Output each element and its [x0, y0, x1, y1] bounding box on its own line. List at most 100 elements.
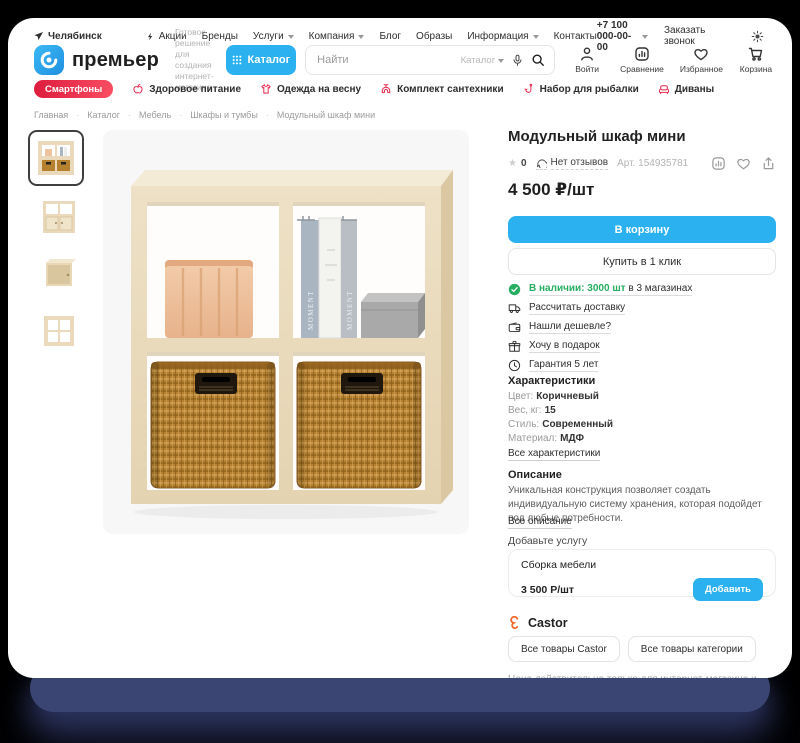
price-disclaimer: Цена действительна только для интернет-м… [508, 673, 776, 678]
tshirt-icon [260, 83, 272, 95]
category-label: Здоровое питание [149, 84, 241, 95]
spec-value: 15 [545, 405, 556, 416]
castor-brand-icon [508, 616, 522, 630]
delivery-link[interactable]: Рассчитать доставку [529, 302, 625, 315]
category-label: Набор для рыбалки [540, 84, 639, 95]
reviews-label: Нет отзывов [551, 157, 609, 170]
product-meta: ★ 0 Нет отзывов Арт. 154935781 [508, 156, 776, 171]
gift-icon [508, 340, 521, 353]
wicker-basket-right [297, 362, 421, 488]
thumbnail-2[interactable] [36, 194, 82, 240]
heart-icon[interactable] [736, 156, 751, 171]
login-button[interactable]: Войти [570, 46, 604, 74]
product-price: 4 500 ₽/шт [508, 180, 776, 200]
category-sofas[interactable]: Диваны [658, 83, 714, 95]
found-cheaper-link[interactable]: Нашли дешевле? [529, 321, 611, 334]
stock-row: В наличии: 3000 шт в 3 магазинах [508, 283, 776, 296]
stock-link[interactable]: В наличии: 3000 шт в 3 магазинах [529, 283, 692, 296]
service-name: Сборка мебели [521, 559, 763, 571]
truck-icon [508, 302, 521, 315]
search-scope-dropdown[interactable]: Каталог [461, 55, 505, 66]
breadcrumb: Главная· Каталог· Мебель· Шкафы и тумбы·… [34, 110, 375, 120]
category-label: Комплект сантехники [397, 84, 504, 95]
all-brand-products-button[interactable]: Все товары Castor [508, 636, 620, 662]
spec-value: МДФ [560, 433, 584, 444]
favorites-button[interactable]: Избранное [680, 46, 723, 74]
fishing-hook-icon [523, 83, 535, 95]
spec-label: Стиль: [508, 419, 539, 430]
stock-quantity: В наличии: 3000 шт [529, 283, 626, 294]
search-input[interactable] [315, 53, 453, 67]
brand-name: Castor [528, 616, 568, 630]
product-info: Модульный шкаф мини ★ 0 Нет отзывов Арт.… [508, 128, 776, 678]
description-heading: Описание [508, 469, 776, 481]
rating-value: 0 [521, 158, 527, 169]
grid-icon [232, 55, 242, 65]
star-icon: ★ [508, 158, 517, 169]
add-to-cart-button[interactable]: В корзину [508, 216, 776, 243]
caret-down-icon [498, 59, 504, 63]
category-healthy-food[interactable]: Здоровое питание [132, 83, 241, 95]
category-spring-clothes[interactable]: Одежда на весну [260, 83, 361, 95]
product-quick-actions [711, 156, 776, 171]
category-smartphones[interactable]: Смартфоны [34, 80, 113, 98]
buy-one-click-button[interactable]: Купить в 1 клик [508, 248, 776, 275]
user-icon [579, 46, 595, 62]
spec-label: Вес, кг: [508, 405, 542, 416]
breadcrumb-catalog[interactable]: Каталог [87, 110, 120, 120]
breadcrumb-separator: · [179, 110, 182, 120]
spec-label: Цвет: [508, 391, 533, 402]
search-box: Каталог [305, 45, 555, 75]
microphone-icon[interactable] [511, 54, 524, 67]
spec-row-material: Материал:МДФ [508, 433, 776, 444]
product-image[interactable]: MOMENT MOMENT [103, 130, 469, 534]
category-label: Диваны [675, 84, 714, 95]
warranty-row: Гарантия 5 лет [508, 359, 776, 372]
share-icon[interactable] [761, 156, 776, 171]
category-plumbing-kit[interactable]: Комплект сантехники [380, 83, 504, 95]
all-description-link[interactable]: Все описание [508, 516, 572, 529]
stock-stores: в 3 магазинах [628, 283, 692, 294]
apple-icon [132, 83, 144, 95]
thumbnail-4[interactable] [36, 308, 82, 354]
all-category-products-button[interactable]: Все товары категории [628, 636, 756, 662]
category-nav: Смартфоны Здоровое питание Одежда на вес… [34, 79, 714, 99]
category-fishing-set[interactable]: Набор для рыбалки [523, 83, 639, 95]
clock-icon [508, 359, 521, 372]
product-sku: Арт. 154935781 [617, 158, 688, 169]
breadcrumb-cabinets[interactable]: Шкафы и тумбы [190, 110, 258, 120]
all-specs-link[interactable]: Все характеристики [508, 448, 600, 461]
warranty-link[interactable]: Гарантия 5 лет [529, 359, 598, 372]
chat-bubble-icon [536, 157, 547, 170]
faucet-icon [380, 83, 392, 95]
compare-icon[interactable] [711, 156, 726, 171]
header: премьер Готовое решение для создания инт… [34, 40, 770, 80]
spec-label: Материал: [508, 433, 557, 444]
breadcrumb-home[interactable]: Главная [34, 110, 68, 120]
service-card: Сборка мебели 3 500 Р/шт Добавить [508, 549, 776, 597]
wicker-basket-left [151, 362, 275, 488]
spec-row-weight: Вес, кг:15 [508, 405, 776, 416]
gift-link[interactable]: Хочу в подарок [529, 340, 600, 353]
logo[interactable]: премьер [34, 45, 159, 75]
brand-link[interactable]: Castor [508, 616, 776, 630]
cart-label: Корзина [740, 64, 772, 74]
breadcrumb-current: Модульный шкаф мини [277, 110, 375, 120]
compare-icon [634, 46, 650, 62]
add-service-button[interactable]: Добавить [693, 578, 763, 601]
catalog-button[interactable]: Каталог [226, 45, 297, 75]
cart-button[interactable]: Корзина [739, 46, 773, 74]
reviews-link[interactable]: Нет отзывов [536, 157, 609, 170]
specs-heading: Характеристики [508, 375, 776, 387]
breadcrumb-furniture[interactable]: Мебель [139, 110, 171, 120]
service-price: 3 500 Р/шт [521, 584, 574, 596]
breadcrumb-separator: · [76, 110, 79, 120]
breadcrumb-separator: · [266, 110, 269, 120]
search-icon[interactable] [531, 53, 545, 67]
compare-button[interactable]: Сравнение [620, 46, 664, 74]
heart-icon [693, 46, 709, 62]
catalog-button-label: Каталог [248, 54, 291, 66]
product-title: Модульный шкаф мини [508, 128, 776, 145]
thumbnail-3[interactable] [36, 251, 82, 297]
thumbnail-1-selected[interactable] [28, 130, 84, 186]
